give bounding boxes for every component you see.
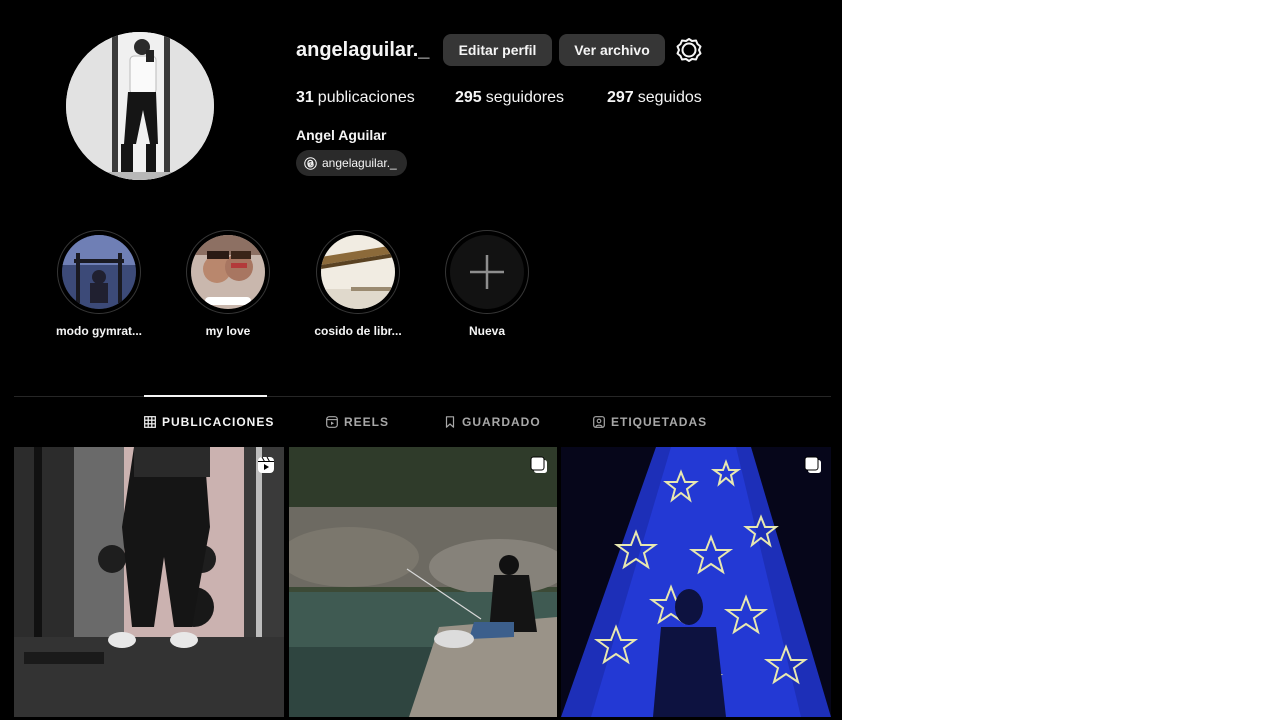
following-label: seguidos bbox=[637, 89, 702, 106]
view-archive-button[interactable]: Ver archivo bbox=[559, 34, 665, 66]
settings-gear-icon[interactable] bbox=[676, 37, 702, 63]
edit-profile-button[interactable]: Editar perfil bbox=[443, 34, 552, 66]
profile-username: angelaguilar._ bbox=[296, 39, 430, 61]
highlight-item[interactable]: cosido de libr... bbox=[308, 230, 408, 338]
post-thumbnail[interactable] bbox=[289, 447, 557, 717]
posts-count: 31 bbox=[296, 89, 314, 106]
threads-icon bbox=[304, 156, 317, 170]
carousel-icon bbox=[530, 456, 547, 473]
tabs-divider bbox=[14, 396, 831, 397]
highlight-cover-image bbox=[62, 235, 136, 309]
highlight-item[interactable]: modo gymrat... bbox=[49, 230, 149, 338]
threads-link[interactable]: angelaguilar._ bbox=[296, 150, 407, 176]
tab-publicaciones[interactable]: PUBLICACIONES bbox=[144, 414, 274, 430]
posts-count-stat: 31 publicaciones bbox=[296, 88, 415, 108]
highlight-ring bbox=[186, 230, 270, 314]
followers-stat[interactable]: 295 seguidores bbox=[455, 88, 564, 108]
profile-full-name: Angel Aguilar bbox=[296, 127, 387, 143]
tab-label: GUARDADO bbox=[462, 415, 541, 429]
reels-icon bbox=[326, 416, 338, 428]
new-highlight-button[interactable]: Nueva bbox=[437, 230, 537, 338]
highlight-item[interactable]: my love bbox=[178, 230, 278, 338]
tagged-icon bbox=[593, 416, 605, 428]
followers-count: 295 bbox=[455, 89, 482, 106]
highlight-label: cosido de libr... bbox=[314, 324, 402, 338]
following-count: 297 bbox=[607, 89, 634, 106]
instagram-profile-page: angelaguilar._ Editar perfil Ver archivo… bbox=[0, 0, 842, 720]
posts-label: publicaciones bbox=[317, 89, 415, 106]
reel-icon bbox=[258, 456, 274, 473]
grid-icon bbox=[144, 416, 156, 428]
threads-handle: angelaguilar._ bbox=[322, 156, 397, 170]
highlight-label: my love bbox=[205, 324, 251, 338]
highlight-cover-image bbox=[321, 235, 395, 309]
highlight-ring bbox=[57, 230, 141, 314]
following-stat[interactable]: 297 seguidos bbox=[607, 88, 702, 108]
post-thumbnail[interactable] bbox=[14, 447, 284, 717]
tab-label: REELS bbox=[344, 415, 390, 429]
active-tab-indicator bbox=[144, 395, 267, 397]
plus-icon bbox=[450, 235, 524, 309]
tab-label: PUBLICACIONES bbox=[162, 415, 275, 429]
highlight-label: modo gymrat... bbox=[55, 324, 142, 338]
profile-avatar[interactable] bbox=[66, 32, 214, 180]
highlight-ring bbox=[445, 230, 529, 314]
carousel-icon bbox=[804, 456, 821, 473]
highlight-label: Nueva bbox=[468, 324, 506, 338]
tab-reels[interactable]: REELS bbox=[326, 414, 389, 430]
followers-label: seguidores bbox=[485, 89, 564, 106]
tab-etiquetadas[interactable]: ETIQUETADAS bbox=[593, 414, 707, 430]
bookmark-icon bbox=[445, 416, 455, 428]
tab-label: ETIQUETADAS bbox=[611, 415, 708, 429]
highlight-ring bbox=[316, 230, 400, 314]
highlight-cover-image bbox=[191, 235, 265, 309]
tab-guardado[interactable]: GUARDADO bbox=[444, 414, 541, 430]
post-thumbnail[interactable] bbox=[561, 447, 831, 717]
